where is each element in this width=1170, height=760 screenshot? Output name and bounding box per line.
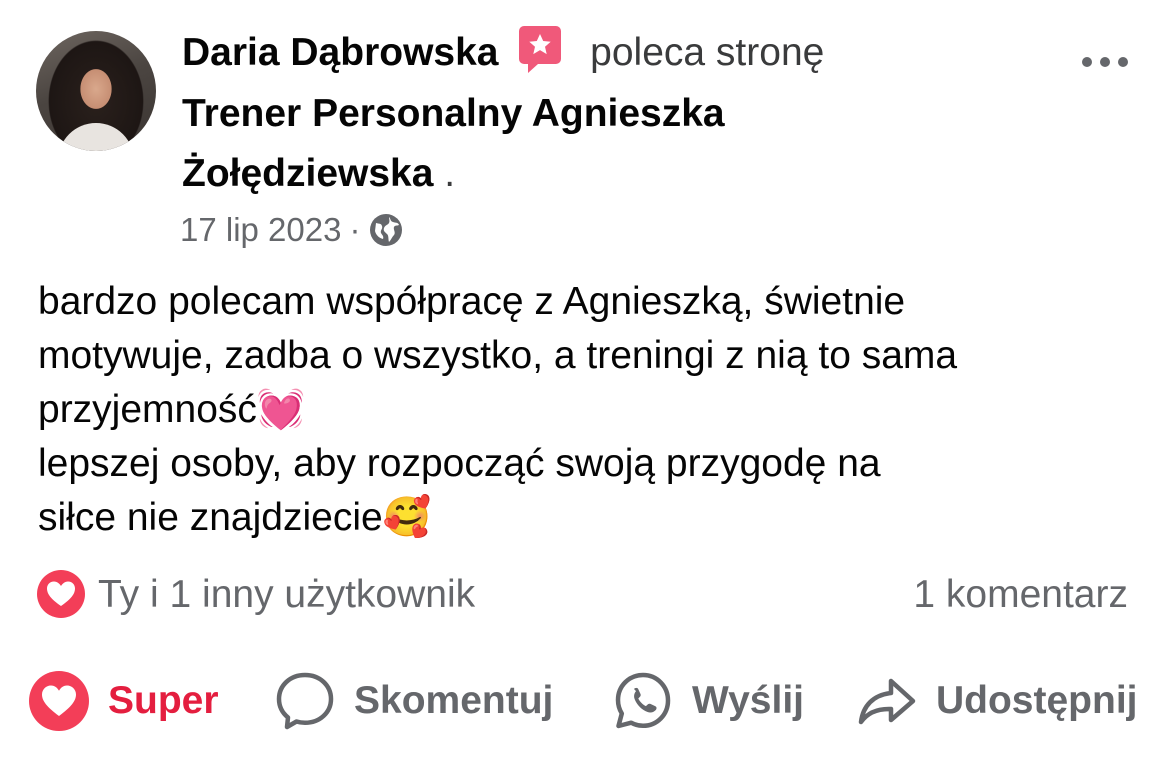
meta-separator: · xyxy=(349,211,361,248)
globe-icon xyxy=(370,214,403,246)
heart-icon xyxy=(29,671,89,731)
share-arrow-icon xyxy=(858,678,916,725)
body-line: siłce nie znajdziecie xyxy=(38,496,383,539)
more-options-icon[interactable] xyxy=(1080,50,1130,74)
post-header-line1: Daria Dąbrowska poleca stronę xyxy=(182,24,824,82)
comment-bubble-icon xyxy=(276,672,334,730)
smiling-hearts-emoji: 🥰 xyxy=(382,495,432,540)
comments-count[interactable]: 1 komentarz xyxy=(913,567,1128,623)
super-reaction-button[interactable]: Super xyxy=(28,668,219,734)
author-avatar[interactable] xyxy=(36,31,156,151)
send-button[interactable]: Wyślij xyxy=(612,668,804,734)
super-label: Super xyxy=(108,679,219,722)
reaction-stats-bar: Ty i 1 inny użytkownik 1 komentarz xyxy=(36,567,1136,623)
recommended-page-link-line2[interactable]: Żołędziewska . xyxy=(182,145,455,203)
comment-label: Skomentuj xyxy=(354,679,554,722)
share-button[interactable]: Udostępnij xyxy=(856,668,1138,734)
post-body: bardzo polecam współpracę z Agnieszką, ś… xyxy=(38,275,1148,545)
author-name[interactable]: Daria Dąbrowska xyxy=(182,31,498,74)
recommend-action-text: poleca stronę xyxy=(590,31,825,74)
page-name-suffix: . xyxy=(444,152,456,195)
comment-button[interactable]: Skomentuj xyxy=(274,668,553,734)
page-name-part[interactable]: Żołędziewska xyxy=(182,152,433,195)
whatsapp-icon xyxy=(615,672,671,729)
post-actions-bar: Super Skomentuj Wyślij Udostępnij xyxy=(0,668,1170,734)
recommend-badge-icon xyxy=(519,26,562,73)
body-line: przyjemność xyxy=(38,388,257,431)
body-line: bardzo polecam współpracę z Agnieszką, ś… xyxy=(38,280,906,323)
heart-emoji: 💓 xyxy=(256,387,306,432)
post-date[interactable]: 17 lip 2023 xyxy=(180,211,341,248)
body-line: lepszej osoby, aby rozpocząć swoją przyg… xyxy=(38,442,881,485)
recommended-page-link[interactable]: Trener Personalny Agnieszka xyxy=(182,85,725,143)
body-line: motywuje, zadba o wszystko, a treningi z… xyxy=(38,334,958,377)
share-label: Udostępnij xyxy=(936,679,1138,722)
send-label: Wyślij xyxy=(692,679,804,722)
love-reaction-icon[interactable] xyxy=(36,569,86,619)
post-meta: 17 lip 2023 · xyxy=(180,206,404,254)
reactors-summary[interactable]: Ty i 1 inny użytkownik xyxy=(98,567,475,623)
